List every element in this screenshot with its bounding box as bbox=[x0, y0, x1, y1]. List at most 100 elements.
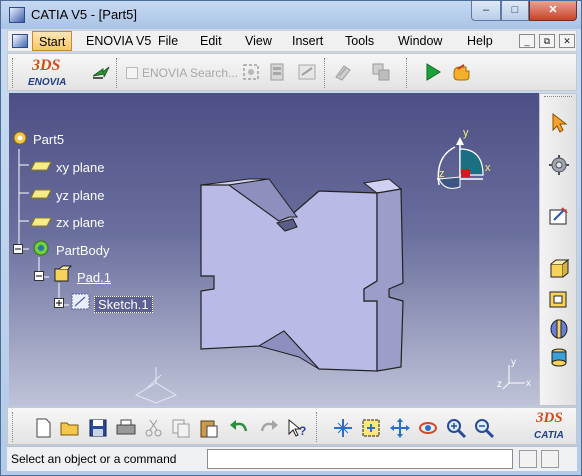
tree-part5[interactable]: Part5 bbox=[33, 132, 64, 147]
title-bar[interactable]: CATIA V5 - [Part5] – □ ✕ bbox=[1, 1, 581, 29]
doc-restore-button[interactable]: ⧉ bbox=[539, 34, 555, 48]
print-icon[interactable] bbox=[115, 417, 137, 439]
enovia-tool-4-icon[interactable] bbox=[332, 61, 354, 83]
enovia-logo-icon[interactable]: 3DS ENOVIA bbox=[24, 57, 82, 89]
document-menu-icon[interactable] bbox=[12, 34, 28, 48]
menu-edit[interactable]: Edit bbox=[200, 34, 222, 48]
minimize-button[interactable]: – bbox=[471, 1, 501, 21]
fit-all-icon[interactable] bbox=[360, 417, 382, 439]
enovia-toolbar: 3DS ENOVIA ENOVIA Search... bbox=[7, 53, 577, 91]
zoom-out-icon[interactable] bbox=[473, 417, 495, 439]
copy-icon[interactable] bbox=[170, 417, 192, 439]
open-icon[interactable] bbox=[59, 417, 81, 439]
menu-help[interactable]: Help bbox=[467, 34, 493, 48]
hole-icon[interactable] bbox=[548, 346, 570, 368]
part-gear-icon[interactable] bbox=[11, 129, 29, 147]
menu-start[interactable]: Start bbox=[32, 31, 73, 51]
status-button-2[interactable] bbox=[541, 450, 559, 468]
save-icon[interactable] bbox=[87, 417, 109, 439]
compass-widget[interactable]: y x z bbox=[425, 127, 495, 207]
window-title: CATIA V5 - [Part5] bbox=[31, 7, 137, 22]
tree-yz-plane[interactable]: yz plane bbox=[56, 188, 104, 203]
toolbar-separator bbox=[116, 58, 119, 88]
toolbar-grip[interactable] bbox=[12, 58, 15, 88]
zoom-in-icon[interactable] bbox=[445, 417, 467, 439]
status-message: Select an object or a command bbox=[11, 452, 177, 466]
menu-file[interactable]: File bbox=[158, 34, 178, 48]
menu-view[interactable]: View bbox=[245, 34, 272, 48]
menu-enovia[interactable]: ENOVIA V5 bbox=[86, 34, 151, 48]
status-bar: Select an object or a command bbox=[7, 446, 577, 471]
maximize-button[interactable]: □ bbox=[501, 1, 529, 21]
plane-icon bbox=[31, 217, 52, 227]
catia-logo-mark: 3DS bbox=[536, 410, 563, 426]
catia-logo-text: CATIA bbox=[534, 430, 564, 441]
toolbar-separator bbox=[324, 58, 327, 88]
part-3d-model[interactable] bbox=[189, 171, 419, 391]
menu-window[interactable]: Window bbox=[398, 34, 442, 48]
origin-planes-icon bbox=[134, 367, 178, 404]
toolbar-grip[interactable] bbox=[12, 412, 15, 442]
partbody-gear-icon[interactable] bbox=[31, 238, 51, 258]
enovia-arrow-icon[interactable] bbox=[90, 61, 112, 83]
tree-zx-plane[interactable]: zx plane bbox=[56, 215, 104, 230]
compass-z-label: z bbox=[439, 168, 445, 180]
menu-tools[interactable]: Tools bbox=[345, 34, 374, 48]
cut-icon[interactable] bbox=[143, 417, 165, 439]
gear-icon[interactable] bbox=[548, 154, 570, 176]
pad-tool-icon[interactable] bbox=[548, 258, 570, 280]
pad-icon[interactable] bbox=[52, 265, 72, 285]
status-button-1[interactable] bbox=[519, 450, 537, 468]
pan-icon[interactable] bbox=[389, 417, 411, 439]
enovia-tool-5-icon[interactable] bbox=[370, 61, 392, 83]
toolbar-separator bbox=[316, 412, 319, 442]
toolbar-grip[interactable] bbox=[544, 96, 572, 99]
enovia-tool-2-icon[interactable] bbox=[266, 61, 288, 83]
shaft-icon[interactable] bbox=[548, 318, 570, 340]
enovia-search-label[interactable]: ENOVIA Search... bbox=[142, 66, 238, 80]
enovia-logo-mark: 3DS bbox=[32, 57, 61, 74]
paste-icon[interactable] bbox=[198, 417, 220, 439]
standard-toolbar: ? 3DS CATIA bbox=[7, 407, 577, 445]
plane-icon bbox=[31, 161, 52, 171]
rotate-icon[interactable] bbox=[417, 417, 439, 439]
tree-partbody[interactable]: PartBody bbox=[56, 243, 109, 258]
catia-logo-icon[interactable]: 3DS CATIA bbox=[524, 410, 572, 444]
expand-toggle-icon[interactable] bbox=[54, 298, 64, 308]
triad-z-label: z bbox=[497, 379, 502, 390]
tree-sketch1[interactable]: Sketch.1 bbox=[94, 296, 153, 313]
collapse-toggle-icon[interactable] bbox=[34, 271, 44, 281]
close-button[interactable]: ✕ bbox=[529, 1, 577, 21]
whats-this-icon[interactable]: ? bbox=[286, 417, 308, 439]
select-arrow-icon[interactable] bbox=[548, 112, 570, 134]
command-input[interactable] bbox=[207, 449, 513, 469]
pocket-icon[interactable] bbox=[548, 288, 570, 310]
tree-pad1[interactable]: Pad.1 bbox=[77, 270, 111, 285]
doc-minimize-button[interactable]: _ bbox=[519, 34, 535, 48]
collapse-toggle-icon[interactable] bbox=[13, 244, 23, 254]
menu-insert[interactable]: Insert bbox=[292, 34, 323, 48]
plane-icon bbox=[31, 189, 52, 199]
toolbar-separator bbox=[406, 58, 409, 88]
doc-close-button[interactable]: ✕ bbox=[559, 34, 575, 48]
catia-window: CATIA V5 - [Part5] – □ ✕ Start ENOVIA V5… bbox=[0, 0, 582, 476]
menu-bar: Start ENOVIA V5 File Edit View Insert To… bbox=[7, 30, 577, 52]
triad-y-label: y bbox=[511, 357, 516, 368]
redo-icon[interactable] bbox=[258, 417, 280, 439]
macro-hand-icon[interactable] bbox=[450, 61, 472, 83]
svg-text:?: ? bbox=[299, 424, 306, 438]
compass-y-label: y bbox=[463, 127, 469, 139]
sketcher-icon[interactable] bbox=[548, 206, 570, 228]
enovia-search-checkbox[interactable] bbox=[126, 67, 138, 79]
fly-icon[interactable] bbox=[332, 417, 354, 439]
catia-app-icon[interactable] bbox=[9, 7, 25, 23]
play-icon[interactable] bbox=[422, 61, 444, 83]
tree-xy-plane[interactable]: xy plane bbox=[56, 160, 104, 175]
compass-x-label: x bbox=[485, 162, 491, 174]
enovia-tool-1-icon[interactable] bbox=[240, 61, 262, 83]
enovia-tool-3-icon[interactable] bbox=[296, 61, 318, 83]
3d-viewport[interactable]: y x z y x z Part5 xy plane yz plane zx p… bbox=[9, 93, 539, 406]
sketch-icon[interactable] bbox=[71, 292, 91, 312]
new-icon[interactable] bbox=[32, 417, 54, 439]
undo-icon[interactable] bbox=[228, 417, 250, 439]
